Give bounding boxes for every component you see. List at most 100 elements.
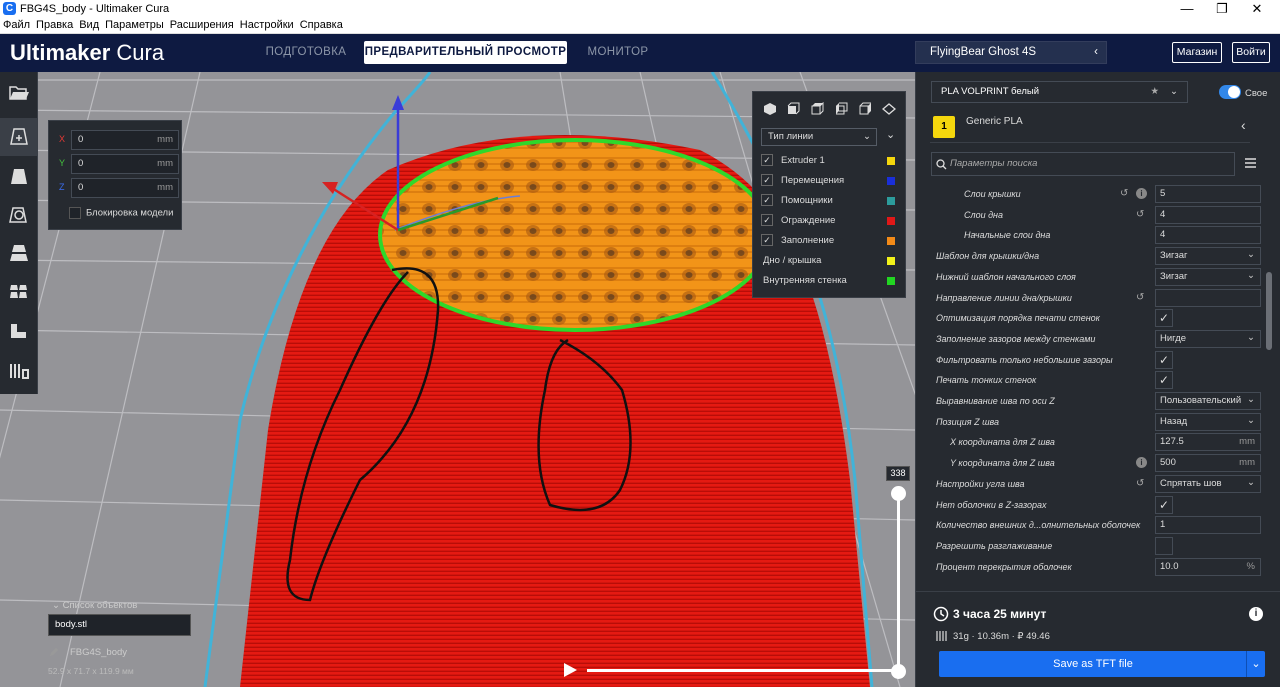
material-selector[interactable]: PLA VOLPRINT белый ★ ⌄ <box>931 81 1188 103</box>
reset-icon[interactable]: ↺ <box>1136 292 1144 303</box>
signin-button[interactable]: Войти <box>1232 42 1270 63</box>
reset-icon[interactable]: ↺ <box>1136 478 1144 489</box>
left-view-icon[interactable] <box>834 102 848 116</box>
setting-select[interactable]: Пользовательский ⌄ <box>1155 392 1261 410</box>
mirror-tool[interactable] <box>0 234 38 272</box>
marketplace-button[interactable]: Магазин <box>1172 42 1222 63</box>
top-view-icon[interactable] <box>810 102 824 116</box>
setting-input[interactable]: 10.0% <box>1155 557 1261 576</box>
setting-input[interactable]: 5 <box>1155 185 1261 203</box>
move-icon <box>10 128 28 145</box>
setting-input[interactable]: 4 <box>1155 205 1261 224</box>
settings-search-input[interactable]: Параметры поиска <box>931 152 1235 176</box>
object-list-item[interactable]: body.stl <box>48 614 191 636</box>
menu-file[interactable]: Файл <box>0 18 33 31</box>
close-button[interactable]: ✕ <box>1234 0 1280 18</box>
menu-settings[interactable]: Параметры <box>102 18 167 31</box>
right-view-icon[interactable] <box>858 102 872 116</box>
tab-prepare[interactable]: ПОДГОТОВКА <box>256 41 356 64</box>
settings-menu-icon[interactable] <box>1245 158 1256 168</box>
custom-mode-toggle[interactable] <box>1219 85 1241 99</box>
view-type-icon[interactable] <box>882 102 896 116</box>
legend-checkbox[interactable]: ✓ <box>761 154 773 166</box>
menu-help[interactable]: Справка <box>297 18 346 31</box>
setting-checkbox[interactable]: ✓ <box>1155 371 1173 390</box>
legend-item[interactable]: ✓ Extruder 1 <box>761 153 901 169</box>
scale-tool[interactable] <box>0 158 38 196</box>
setting-checkbox[interactable] <box>1155 536 1173 555</box>
model-dimensions: 52.9 x 71.7 x 119.9 мм <box>48 666 134 676</box>
search-icon <box>936 159 947 170</box>
tab-preview[interactable]: ПРЕДВАРИТЕЛЬНЫЙ ПРОСМОТР <box>364 41 567 64</box>
lock-model-checkbox[interactable]: Блокировка модели <box>69 207 173 219</box>
reset-icon[interactable]: ↺ <box>1136 209 1144 220</box>
printer-selector[interactable]: FlyingBear Ghost 4S ‹ <box>915 41 1107 64</box>
setting-input[interactable]: 500 mm <box>1155 454 1261 473</box>
legend-item[interactable]: ✓ Перемещения <box>761 173 901 189</box>
settings-scrollbar[interactable] <box>1266 272 1272 350</box>
color-scheme-select[interactable]: Тип линии ⌄ <box>761 128 877 146</box>
info-icon[interactable]: i <box>1136 188 1147 199</box>
tab-monitor[interactable]: МОНИТОР <box>576 41 660 64</box>
setting-label: Направление линии дна/крышки <box>936 292 1072 303</box>
pencil-icon[interactable] <box>48 646 60 658</box>
rotate-tool[interactable] <box>0 196 38 234</box>
menu-preferences[interactable]: Настройки <box>237 18 297 31</box>
simulation-slider-track[interactable] <box>587 669 897 672</box>
job-name[interactable]: FBG4S_body <box>70 647 127 658</box>
z-axis-label: Z <box>59 182 65 192</box>
chevron-left-icon[interactable]: ‹ <box>1241 117 1246 133</box>
legend-checkbox[interactable]: ✓ <box>761 194 773 206</box>
x-position-input[interactable]: 0 mm <box>71 130 179 150</box>
star-icon[interactable]: ★ <box>1150 82 1159 102</box>
setting-checkbox[interactable]: ✓ <box>1155 350 1173 369</box>
setting-input[interactable]: 127.5 mm <box>1155 433 1261 452</box>
setting-select[interactable]: Нигде ⌄ <box>1155 329 1261 348</box>
object-list-toggle[interactable]: ⌄ Список объектов <box>52 600 137 611</box>
layer-number-label[interactable]: 338 <box>886 466 910 481</box>
save-tft-button[interactable]: Save as TFT file <box>939 651 1247 677</box>
per-model-settings-tool[interactable] <box>0 272 38 310</box>
setting-checkbox[interactable]: ✓ <box>1155 309 1173 328</box>
chevron-down-icon: ⌄ <box>1247 331 1255 343</box>
chevron-down-icon: ⌄ <box>52 600 63 611</box>
print-summary-panel: 3 часа 25 минут i 31g · 10.36m · ₽ 49.46… <box>915 591 1280 687</box>
setting-select[interactable]: Спрятать шов ⌄ <box>1155 474 1261 493</box>
z-position-input[interactable]: 0 mm <box>71 178 179 198</box>
legend-checkbox[interactable]: ✓ <box>761 174 773 186</box>
front-view-icon[interactable] <box>786 102 800 116</box>
legend-label: Помощники <box>781 195 833 206</box>
3d-view-icon[interactable] <box>763 102 777 116</box>
info-icon[interactable]: i <box>1249 607 1263 621</box>
setting-input[interactable]: 1 <box>1155 516 1261 535</box>
collapse-legend-icon[interactable]: ⌄ <box>886 128 895 141</box>
menu-extensions[interactable]: Расширения <box>167 18 237 31</box>
legend-checkbox[interactable]: ✓ <box>761 214 773 226</box>
legend-checkbox[interactable]: ✓ <box>761 234 773 246</box>
menu-view[interactable]: Вид <box>76 18 102 31</box>
setting-select[interactable]: Зигзаг ⌄ <box>1155 247 1261 266</box>
legend-color-swatch <box>887 277 895 285</box>
translate-tool[interactable] <box>0 118 38 156</box>
reset-icon[interactable]: ↺ <box>1120 188 1128 199</box>
setting-select[interactable]: Зигзаг ⌄ <box>1155 267 1261 286</box>
layer-slider-upper-handle[interactable] <box>891 486 906 501</box>
layers-tool[interactable] <box>0 352 38 390</box>
setting-checkbox[interactable]: ✓ <box>1155 495 1173 514</box>
rotate-icon <box>9 207 27 223</box>
open-file-button[interactable] <box>0 74 38 112</box>
save-options-dropdown[interactable]: ⌄ <box>1246 651 1265 677</box>
support-blocker-tool[interactable] <box>0 312 38 350</box>
setting-select[interactable]: Назад ⌄ <box>1155 412 1261 431</box>
legend-item[interactable]: ✓ Помощники <box>761 193 901 209</box>
play-icon[interactable] <box>562 662 578 678</box>
legend-item[interactable]: ✓ Ограждение <box>761 213 901 229</box>
layer-slider-track[interactable] <box>897 490 900 672</box>
setting-input[interactable] <box>1155 288 1261 307</box>
y-position-input[interactable]: 0 mm <box>71 154 179 174</box>
setting-input[interactable]: 4 <box>1155 226 1261 245</box>
legend-item[interactable]: ✓ Заполнение <box>761 233 901 249</box>
spool-icon <box>936 631 947 641</box>
info-icon[interactable]: i <box>1136 457 1147 469</box>
menu-edit[interactable]: Правка <box>33 18 76 31</box>
